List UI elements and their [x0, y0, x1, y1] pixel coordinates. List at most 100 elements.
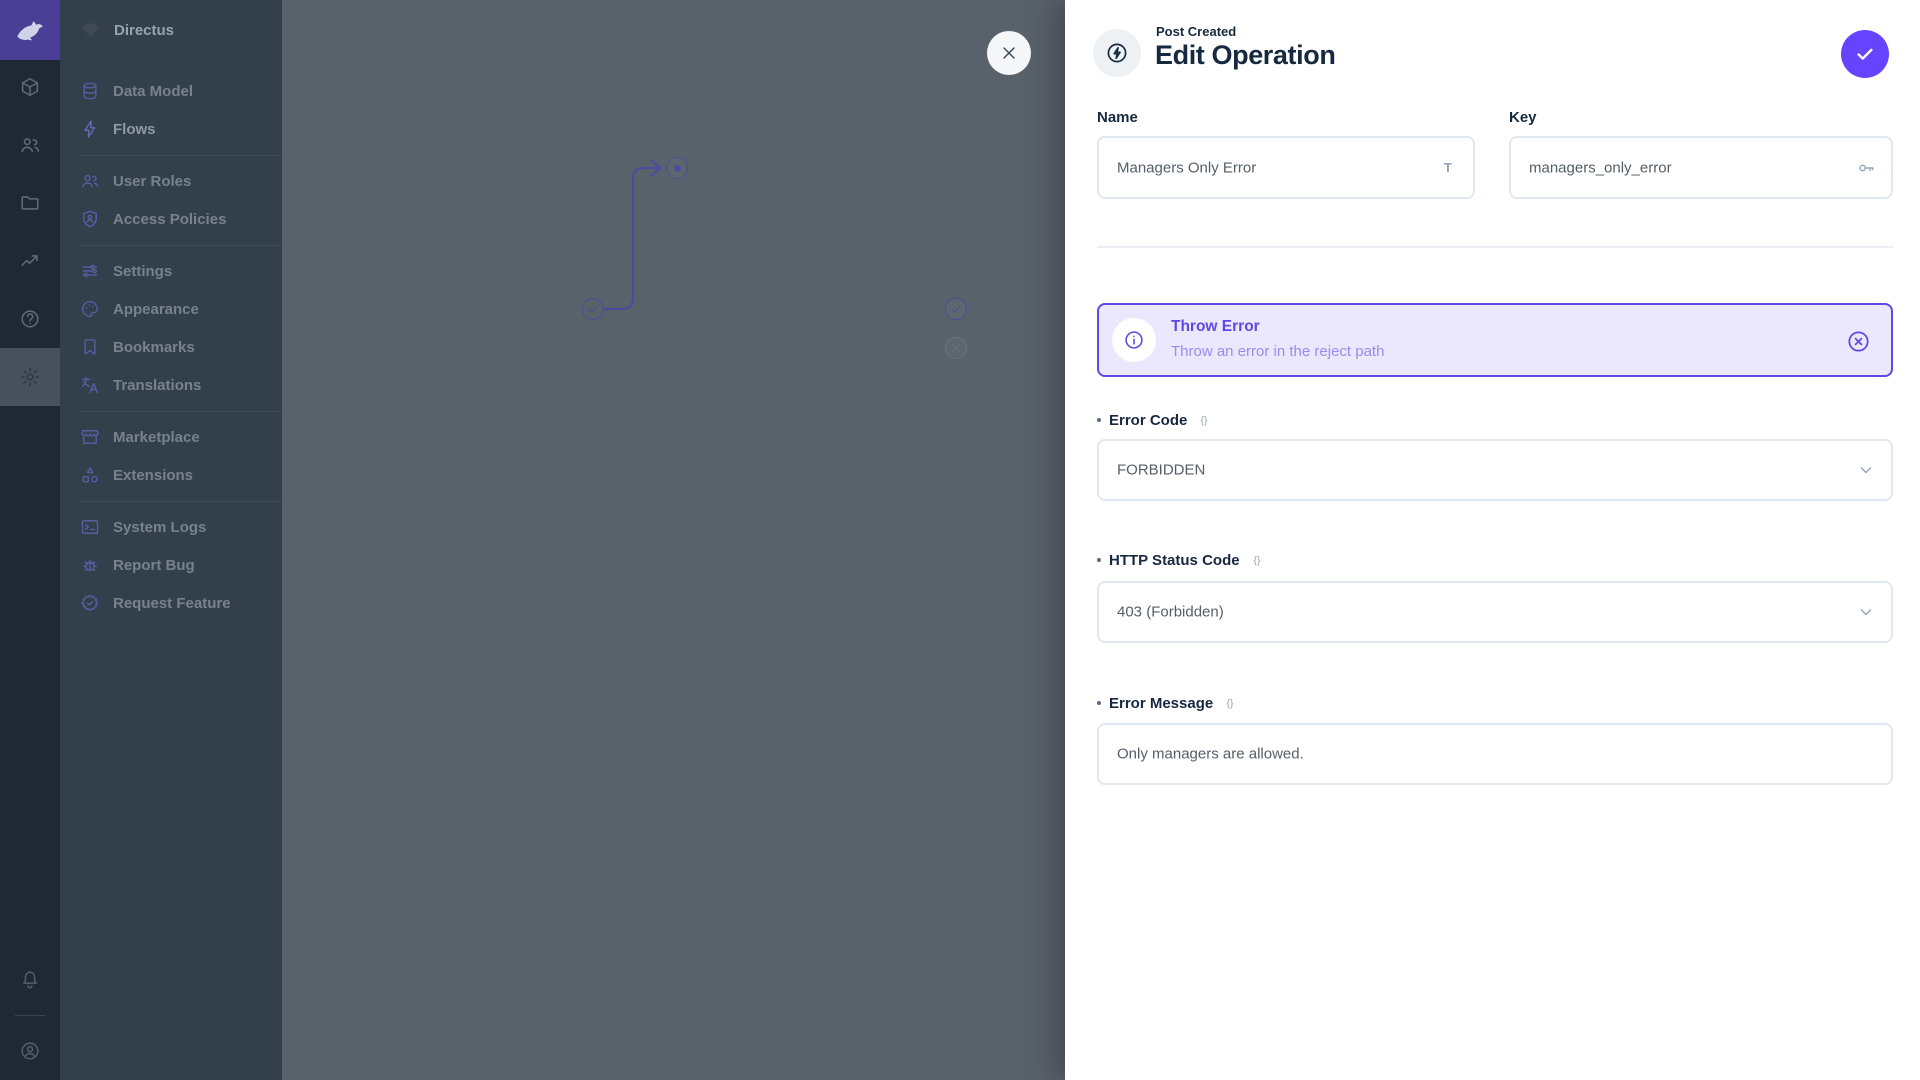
- nav-item-label: Report Bug: [113, 557, 195, 574]
- nav-item-flows[interactable]: Flows: [60, 110, 282, 148]
- http-status-value: 403 (Forbidden): [1117, 604, 1224, 621]
- shield-user-icon: [80, 209, 100, 229]
- module-button-content[interactable]: [0, 58, 60, 116]
- badge-check-icon: [80, 593, 100, 613]
- storefront-icon: [80, 427, 100, 447]
- required-dot: [1097, 558, 1101, 562]
- info-icon: [1123, 329, 1145, 351]
- cube-icon: [19, 76, 41, 98]
- nav-item-bookmarks[interactable]: Bookmarks: [60, 328, 282, 366]
- title-field-icon: T: [1438, 158, 1458, 178]
- trending-icon: [19, 250, 41, 272]
- database-icon: [80, 81, 100, 101]
- chevron-down-icon: [1856, 460, 1876, 480]
- nav-item-settings[interactable]: Settings: [60, 252, 282, 290]
- operation-reject-port[interactable]: [945, 337, 967, 359]
- drawer-header-icon-circle: [1093, 29, 1141, 77]
- nav-item-label: Appearance: [113, 301, 199, 318]
- braces-icon[interactable]: {}: [1221, 694, 1239, 712]
- nav-item-appearance[interactable]: Appearance: [60, 290, 282, 328]
- required-dot: [1097, 701, 1101, 705]
- svg-text:{}: {}: [1253, 554, 1261, 566]
- operation-type-banner[interactable]: Throw Error Throw an error in the reject…: [1097, 303, 1893, 377]
- terminal-icon: [80, 517, 100, 537]
- nav-item-report-bug[interactable]: Report Bug: [60, 546, 282, 584]
- key-value: managers_only_error: [1529, 159, 1672, 176]
- nav-item-label: Marketplace: [113, 429, 200, 446]
- people-icon: [80, 171, 100, 191]
- name-input[interactable]: Managers Only Error T: [1097, 136, 1475, 199]
- help-icon: [19, 308, 41, 330]
- module-list: [0, 58, 60, 406]
- check-icon: [586, 302, 600, 316]
- close-icon: [999, 43, 1019, 63]
- bug-icon: [80, 555, 100, 575]
- nav-item-extensions[interactable]: Extensions: [60, 456, 282, 494]
- module-button-insights[interactable]: [0, 232, 60, 290]
- nav-item-data-model[interactable]: Data Model: [60, 72, 282, 110]
- module-button-file-library[interactable]: [0, 174, 60, 232]
- trigger-resolve-port[interactable]: [582, 298, 604, 320]
- svg-text:{}: {}: [1227, 697, 1235, 709]
- svg-text:T: T: [1444, 160, 1452, 175]
- close-drawer-button[interactable]: [987, 31, 1031, 75]
- people-icon: [19, 134, 41, 156]
- nav-item-label: Settings: [113, 263, 172, 280]
- check-icon: [949, 302, 963, 316]
- module-bar-bottom: [0, 951, 60, 1080]
- name-label: Name: [1097, 109, 1138, 126]
- operation-resolve-port[interactable]: [945, 298, 967, 320]
- key-input[interactable]: managers_only_error: [1509, 136, 1893, 199]
- nav-divider: [80, 155, 282, 156]
- nav-item-request-feature[interactable]: Request Feature: [60, 584, 282, 622]
- dot-icon: [674, 165, 681, 172]
- project-row[interactable]: Directus: [60, 0, 282, 51]
- user-menu-button[interactable]: [0, 1022, 60, 1080]
- bookmark-icon: [80, 337, 100, 357]
- required-dot: [1097, 418, 1101, 422]
- nav-item-label: Extensions: [113, 467, 193, 484]
- nav-item-user-roles[interactable]: User Roles: [60, 162, 282, 200]
- check-icon: [1854, 43, 1876, 65]
- nav-item-system-logs[interactable]: System Logs: [60, 508, 282, 546]
- folder-icon: [19, 192, 41, 214]
- edit-operation-drawer: Post Created Edit Operation Name Manager…: [1065, 0, 1920, 1080]
- braces-icon[interactable]: {}: [1248, 551, 1266, 569]
- svg-text:{}: {}: [1201, 414, 1209, 426]
- error-code-value: FORBIDDEN: [1117, 462, 1205, 479]
- avatar-icon: [19, 1040, 41, 1062]
- nav-item-label: Flows: [113, 121, 156, 138]
- nav-item-marketplace[interactable]: Marketplace: [60, 418, 282, 456]
- directus-logo[interactable]: [0, 0, 60, 60]
- save-button[interactable]: [1841, 30, 1889, 78]
- tune-icon: [80, 261, 100, 281]
- nav-divider: [80, 411, 282, 412]
- nav-divider: [80, 245, 282, 246]
- bolt-icon: [80, 119, 100, 139]
- nav-item-translations[interactable]: Translations: [60, 366, 282, 404]
- nav-item-label: User Roles: [113, 173, 191, 190]
- chevron-down-icon: [1856, 602, 1876, 622]
- name-label-row: Name: [1097, 106, 1138, 128]
- key-label-row: Key: [1509, 106, 1537, 128]
- key-label: Key: [1509, 109, 1537, 126]
- http-status-label-row: HTTP Status Code {}: [1106, 549, 1266, 571]
- module-button-user-directory[interactable]: [0, 116, 60, 174]
- deselect-operation-icon[interactable]: [1846, 329, 1871, 354]
- nav-item-access-policies[interactable]: Access Policies: [60, 200, 282, 238]
- module-button-documentation[interactable]: [0, 290, 60, 348]
- nav-item-label: Translations: [113, 377, 201, 394]
- http-status-select[interactable]: 403 (Forbidden): [1097, 581, 1893, 643]
- nav-item-label: Request Feature: [113, 595, 231, 612]
- divider: [1097, 246, 1893, 248]
- notifications-button[interactable]: [0, 951, 60, 1009]
- braces-icon[interactable]: {}: [1195, 411, 1213, 429]
- bolt-circle-icon: [1105, 41, 1129, 65]
- nav-item-label: Data Model: [113, 83, 193, 100]
- error-message-input[interactable]: Only managers are allowed.: [1097, 723, 1893, 785]
- nav-item-label: Bookmarks: [113, 339, 195, 356]
- module-button-settings[interactable]: [0, 348, 60, 406]
- error-code-select[interactable]: FORBIDDEN: [1097, 439, 1893, 501]
- operation-input-port[interactable]: [666, 157, 688, 179]
- rail-divider: [15, 1015, 45, 1016]
